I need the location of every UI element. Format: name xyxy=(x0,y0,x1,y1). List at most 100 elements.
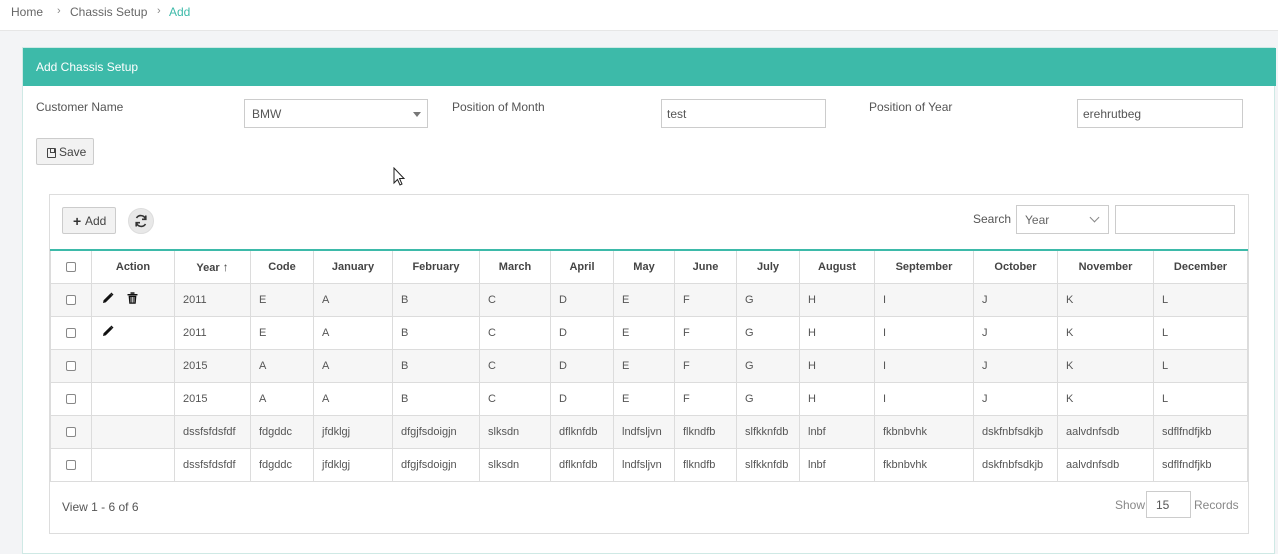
table-cell: E xyxy=(613,282,675,317)
table-cell: J xyxy=(973,315,1058,350)
table-cell: flkndfb xyxy=(674,414,737,449)
column-header[interactable]: November xyxy=(1057,249,1154,284)
column-header[interactable]: September xyxy=(874,249,974,284)
position-of-year-input[interactable]: erehrutbeg xyxy=(1077,99,1243,128)
column-header[interactable]: July xyxy=(736,249,800,284)
table-cell: J xyxy=(973,348,1058,383)
table-cell: A xyxy=(313,282,393,317)
refresh-button[interactable] xyxy=(128,208,154,234)
pager-info: View 1 - 6 of 6 xyxy=(62,500,139,514)
table-row[interactable]: dssfsfdsfdf fdgddc jfdklgj dfgjfsdoigjn slks… xyxy=(50,447,1248,482)
table-cell: fkbnbvhk xyxy=(874,414,974,449)
edit-icon[interactable] xyxy=(102,292,114,304)
search-field-select[interactable]: Year xyxy=(1016,205,1109,234)
customer-name-select[interactable]: BMW xyxy=(244,99,428,128)
table-row[interactable]: 2011 E A B C D E F G H I J K L xyxy=(50,315,1248,350)
column-header[interactable]: Code xyxy=(250,249,314,284)
table-cell: B xyxy=(392,381,480,416)
position-of-month-input[interactable]: test xyxy=(661,99,826,128)
chassis-table: Action Year ↑ Code January February March… xyxy=(50,249,1248,482)
column-header[interactable]: August xyxy=(799,249,875,284)
row-checkbox[interactable] xyxy=(50,315,92,350)
panel-title: Add Chassis Setup xyxy=(23,48,1276,86)
column-header[interactable]: May xyxy=(613,249,675,284)
table-header-row: Action Year ↑ Code January February March… xyxy=(50,249,1248,284)
table-cell: J xyxy=(973,282,1058,317)
row-checkbox[interactable] xyxy=(50,282,92,317)
table-cell: K xyxy=(1057,381,1154,416)
refresh-icon xyxy=(135,214,147,228)
column-header[interactable]: January xyxy=(313,249,393,284)
table-cell: flkndfb xyxy=(674,447,737,482)
show-label: Show xyxy=(1115,498,1146,512)
row-checkbox[interactable] xyxy=(50,447,92,482)
chassis-grid: + Add Search Year Action Year ↑ Code Jan… xyxy=(49,194,1249,534)
breadcrumb-home[interactable]: Home xyxy=(11,5,43,19)
page-size-input[interactable]: 15 xyxy=(1146,491,1191,518)
table-cell: A xyxy=(250,348,314,383)
column-header[interactable]: March xyxy=(479,249,551,284)
trash-icon[interactable] xyxy=(127,292,138,304)
table-cell: lndfsljvn xyxy=(613,414,675,449)
row-actions xyxy=(91,282,175,317)
row-checkbox[interactable] xyxy=(50,414,92,449)
table-cell: dskfnbfsdkjb xyxy=(973,447,1058,482)
table-cell: A xyxy=(250,381,314,416)
table-cell: E xyxy=(250,315,314,350)
search-label: Search xyxy=(973,212,1012,226)
column-header[interactable]: October xyxy=(973,249,1058,284)
table-cell: dssfsfdsfdf xyxy=(174,414,251,449)
plus-icon: + xyxy=(73,213,82,229)
chevron-down-icon xyxy=(1089,212,1100,223)
search-input[interactable] xyxy=(1115,205,1235,234)
table-cell: sdflfndfjkb xyxy=(1153,447,1248,482)
table-cell: I xyxy=(874,315,974,350)
table-cell: C xyxy=(479,381,551,416)
table-cell: G xyxy=(736,315,800,350)
breadcrumb-chassis-setup[interactable]: Chassis Setup xyxy=(70,5,147,19)
table-cell: D xyxy=(550,348,614,383)
pencil-icon[interactable] xyxy=(102,292,114,304)
table-cell: slfkknfdb xyxy=(736,447,800,482)
table-cell: aalvdnfsdb xyxy=(1057,414,1154,449)
table-row[interactable]: 2015 A A B C D E F G H I J K L xyxy=(50,348,1248,383)
table-row[interactable]: dssfsfdsfdf fdgddc jfdklgj dfgjfsdoigjn slks… xyxy=(50,414,1248,449)
column-header[interactable]: February xyxy=(392,249,480,284)
column-header[interactable]: Action xyxy=(91,249,175,284)
table-cell: G xyxy=(736,282,800,317)
column-header-year[interactable]: Year ↑ xyxy=(174,249,251,284)
row-actions xyxy=(91,348,175,383)
delete-icon[interactable] xyxy=(127,292,138,304)
table-cell: dskfnbfsdkjb xyxy=(973,414,1058,449)
table-cell: C xyxy=(479,282,551,317)
table-cell: J xyxy=(973,381,1058,416)
column-header[interactable]: December xyxy=(1153,249,1248,284)
table-cell: H xyxy=(799,381,875,416)
table-cell: D xyxy=(550,282,614,317)
table-cell: sdflfndfjkb xyxy=(1153,414,1248,449)
table-cell: E xyxy=(613,348,675,383)
table-cell: fdgddc xyxy=(250,414,314,449)
table-cell: dfgjfsdoigjn xyxy=(392,414,480,449)
add-button[interactable]: + Add xyxy=(62,207,116,234)
table-cell: dflknfdb xyxy=(550,414,614,449)
pencil-icon[interactable] xyxy=(102,325,114,337)
sort-ascending-icon: ↑ xyxy=(222,259,229,274)
table-cell: dssfsfdsfdf xyxy=(174,447,251,482)
table-row[interactable]: 2011 E A B C D E F G H I J K L xyxy=(50,282,1248,317)
column-header[interactable]: June xyxy=(674,249,737,284)
row-checkbox[interactable] xyxy=(50,381,92,416)
table-cell: 2011 xyxy=(174,282,251,317)
row-checkbox[interactable] xyxy=(50,348,92,383)
save-button[interactable]: Save xyxy=(36,138,94,165)
customer-name-label: Customer Name xyxy=(36,100,124,114)
table-cell: K xyxy=(1057,348,1154,383)
table-cell: F xyxy=(674,348,737,383)
table-cell: C xyxy=(479,348,551,383)
edit-icon[interactable] xyxy=(102,325,114,337)
select-all-checkbox[interactable] xyxy=(50,249,92,284)
column-header[interactable]: April xyxy=(550,249,614,284)
table-row[interactable]: 2015 A A B C D E F G H I J K L xyxy=(50,381,1248,416)
row-actions xyxy=(91,315,175,350)
search-field-value: Year xyxy=(1025,213,1050,227)
